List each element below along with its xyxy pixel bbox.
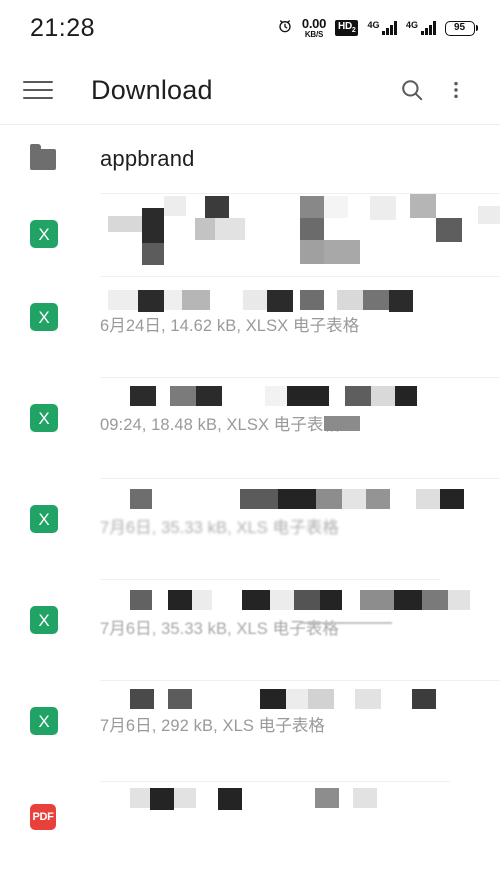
more-options-icon[interactable] xyxy=(434,68,478,112)
xlsx-file-icon: X xyxy=(30,378,74,432)
file-icon-label: X xyxy=(38,711,50,731)
hd-badge-sub: 2 xyxy=(351,27,356,34)
file-meta-label: 6月24日, 14.62 kB, XLSX 电子表格 xyxy=(100,317,360,335)
folder-icon xyxy=(30,143,74,170)
phone-screen: 21:28 0.00 KB/S HD2 4G 4G 95 Download ap… xyxy=(0,0,500,888)
xls-file-icon: X xyxy=(30,681,74,735)
xlsx-file-icon: X xyxy=(30,194,74,248)
page-title: Download xyxy=(91,74,213,105)
network-speed-unit: KB/S xyxy=(304,30,324,39)
hd-voice-icon: HD2 xyxy=(335,20,359,36)
sim2-network-label: 4G xyxy=(405,20,418,30)
file-meta-label: 7月6日, 292 kB, XLS 电子表格 xyxy=(100,717,326,735)
sim1-signal-bars xyxy=(382,21,397,35)
pdf-file-icon: PDF xyxy=(30,782,74,830)
file-name-redacted xyxy=(100,788,500,816)
list-item-file[interactable]: X 09:24, 18.48 kB, XLSX 电子表格 xyxy=(0,378,500,478)
file-meta-label: 09:24, 18.48 kB, XLSX 电子表格 xyxy=(100,416,341,434)
app-bar: Download xyxy=(0,56,500,124)
hd-badge-label: HD xyxy=(338,21,352,32)
file-meta-redaction-patch xyxy=(324,416,360,431)
list-item-folder[interactable]: appbrand xyxy=(0,125,500,193)
status-bar-clock: 21:28 xyxy=(30,13,96,42)
xlsx-file-icon: X xyxy=(30,277,74,331)
file-icon-label: X xyxy=(38,307,50,327)
network-speed-indicator: 0.00 KB/S xyxy=(302,17,326,39)
file-name-redacted xyxy=(100,689,500,717)
search-icon[interactable] xyxy=(390,68,434,112)
list-item-file[interactable]: X xyxy=(0,194,500,276)
alarm-clock-icon xyxy=(277,18,293,39)
sim1-signal-icon: 4G xyxy=(367,21,397,35)
file-icon-label: X xyxy=(38,610,50,630)
file-name-redacted xyxy=(100,489,500,519)
file-icon-label: PDF xyxy=(32,810,54,823)
file-name-redacted xyxy=(100,386,500,416)
file-name-redacted xyxy=(100,194,500,266)
list-item-file[interactable]: X 7月6日, 35.33 kB, XLS 电子表格 xyxy=(0,479,500,579)
file-list: appbrand X X 6月24日, 14.62 kB, XLSX 电子表格 … xyxy=(0,125,500,830)
network-speed-value: 0.00 xyxy=(301,16,327,31)
folder-name-label: appbrand xyxy=(100,146,195,171)
file-icon-label: X xyxy=(38,509,50,529)
status-bar: 21:28 0.00 KB/S HD2 4G 4G 95 xyxy=(0,0,500,56)
sim1-network-label: 4G xyxy=(367,20,380,30)
status-bar-icons: 0.00 KB/S HD2 4G 4G 95 xyxy=(277,17,478,39)
sim2-signal-icon: 4G xyxy=(406,21,436,35)
file-icon-label: X xyxy=(38,408,50,428)
file-icon-label: X xyxy=(38,224,50,244)
list-item-file[interactable]: X 7月6日, 35.33 kB, XLS 电子表格 xyxy=(0,580,500,680)
battery-icon: 95 xyxy=(444,20,478,36)
file-meta-label: 7月6日, 35.33 kB, XLS 电子表格 xyxy=(100,620,500,640)
xls-file-icon: X xyxy=(30,580,74,634)
file-name-redacted xyxy=(100,287,500,317)
xls-file-icon: X xyxy=(30,479,74,533)
list-item-file[interactable]: PDF xyxy=(0,782,500,830)
file-name-redacted xyxy=(100,590,500,620)
sim2-signal-bars xyxy=(421,21,436,35)
list-item-file[interactable]: X 6月24日, 14.62 kB, XLSX 电子表格 xyxy=(0,277,500,377)
hamburger-menu-icon[interactable] xyxy=(23,80,53,100)
file-meta-label: 7月6日, 35.33 kB, XLS 电子表格 xyxy=(100,519,339,537)
list-item-file[interactable]: X 7月6日, 292 kB, XLS 电子表格 xyxy=(0,681,500,781)
battery-percent-label: 95 xyxy=(453,22,466,33)
